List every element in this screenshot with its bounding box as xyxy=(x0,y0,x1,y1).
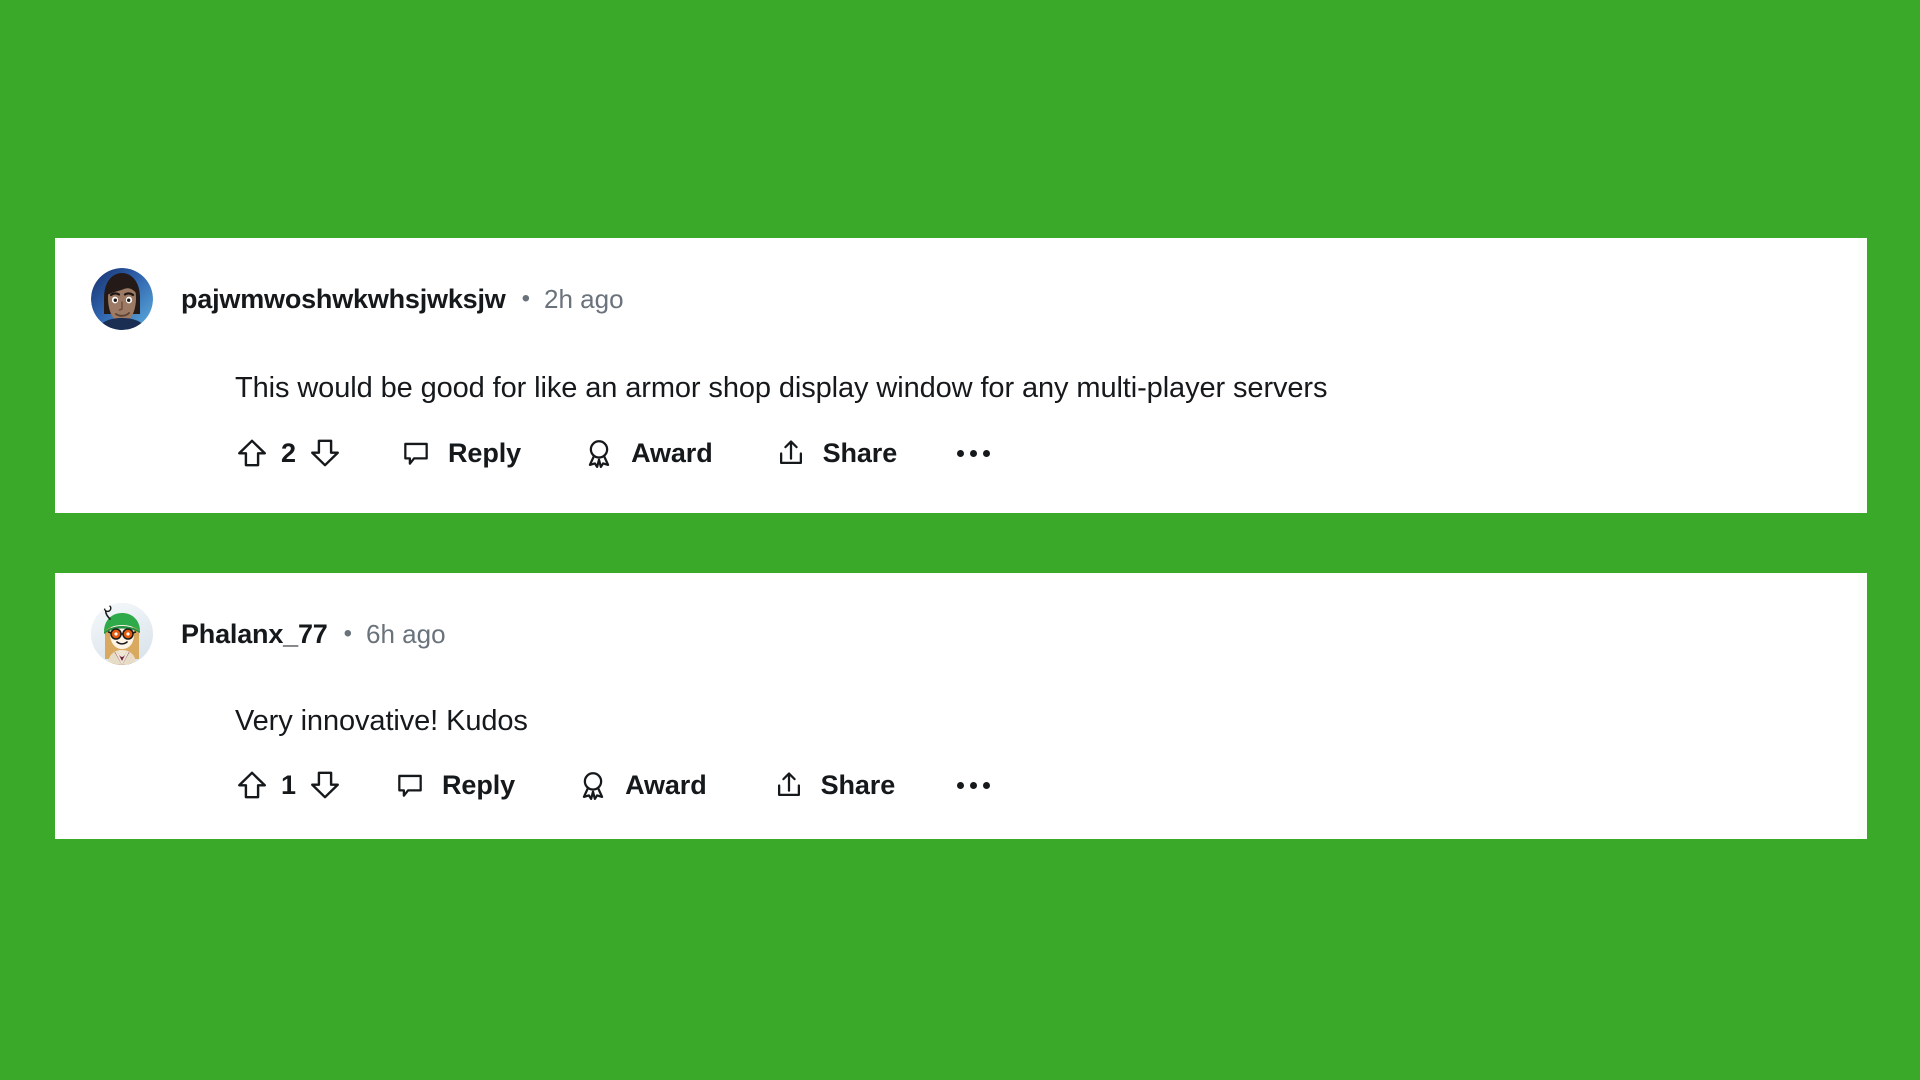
comment-thread-page: pajwmwoshwkwhsjwksjw • 2h ago This would… xyxy=(0,0,1920,1080)
arrow-up-icon[interactable] xyxy=(235,436,269,470)
more-dot xyxy=(970,781,978,789)
comment-timestamp: 2h ago xyxy=(544,283,624,314)
vote-group: 1 xyxy=(235,768,342,802)
arrow-down-icon[interactable] xyxy=(308,436,342,470)
arrow-down-icon[interactable] xyxy=(308,768,342,802)
award-button[interactable]: Award xyxy=(583,437,713,469)
user-avatar-pajwmwoshwkwhsjwksjw[interactable] xyxy=(91,268,153,330)
comment-card: pajwmwoshwkwhsjwksjw • 2h ago This would… xyxy=(55,238,1867,513)
share-upload-icon xyxy=(775,437,807,469)
comment-bubble-icon xyxy=(394,769,426,801)
more-dot xyxy=(957,781,965,789)
comment-author[interactable]: Phalanx_77 xyxy=(181,619,328,650)
award-medal-icon xyxy=(577,769,609,801)
reply-button[interactable]: Reply xyxy=(400,437,521,469)
award-medal-icon xyxy=(583,437,615,469)
card-edge-seam xyxy=(1858,573,1867,839)
comment-action-row: 1 Reply Award Share xyxy=(235,768,994,802)
card-edge-seam xyxy=(1858,238,1867,513)
meta-separator: • xyxy=(521,285,530,312)
share-label: Share xyxy=(822,437,898,468)
comment-timestamp: 6h ago xyxy=(366,618,446,649)
more-options-icon[interactable] xyxy=(953,440,994,467)
reply-label: Reply xyxy=(442,769,516,800)
comment-header: pajwmwoshwkwhsjwksjw • 2h ago xyxy=(91,268,624,330)
award-label: Award xyxy=(631,437,713,468)
reply-button[interactable]: Reply xyxy=(394,769,515,801)
more-dot xyxy=(957,449,965,457)
share-label: Share xyxy=(820,769,896,800)
meta-separator: • xyxy=(343,620,352,647)
comment-body-text: Very innovative! Kudos xyxy=(235,705,528,737)
avatar-image xyxy=(91,268,153,330)
vote-count: 2 xyxy=(281,437,297,468)
avatar-image xyxy=(91,603,153,665)
share-button[interactable]: Share xyxy=(775,437,898,469)
more-dot xyxy=(983,781,991,789)
more-dot xyxy=(983,449,991,457)
comment-header: Phalanx_77 • 6h ago xyxy=(91,603,446,665)
more-dot xyxy=(970,449,978,457)
reply-label: Reply xyxy=(448,437,522,468)
share-button[interactable]: Share xyxy=(773,769,896,801)
share-upload-icon xyxy=(773,769,805,801)
award-label: Award xyxy=(625,769,707,800)
comment-bubble-icon xyxy=(400,437,432,469)
more-options-icon[interactable] xyxy=(953,772,994,799)
comment-body-text: This would be good for like an armor sho… xyxy=(235,372,1328,404)
arrow-up-icon[interactable] xyxy=(235,768,269,802)
comment-author[interactable]: pajwmwoshwkwhsjwksjw xyxy=(181,284,506,315)
comment-action-row: 2 Reply Award Share xyxy=(235,436,994,470)
user-avatar-phalanx-77[interactable] xyxy=(91,603,153,665)
vote-group: 2 xyxy=(235,436,342,470)
award-button[interactable]: Award xyxy=(577,769,707,801)
comment-card: Phalanx_77 • 6h ago Very innovative! Kud… xyxy=(55,573,1867,839)
vote-count: 1 xyxy=(281,769,297,800)
